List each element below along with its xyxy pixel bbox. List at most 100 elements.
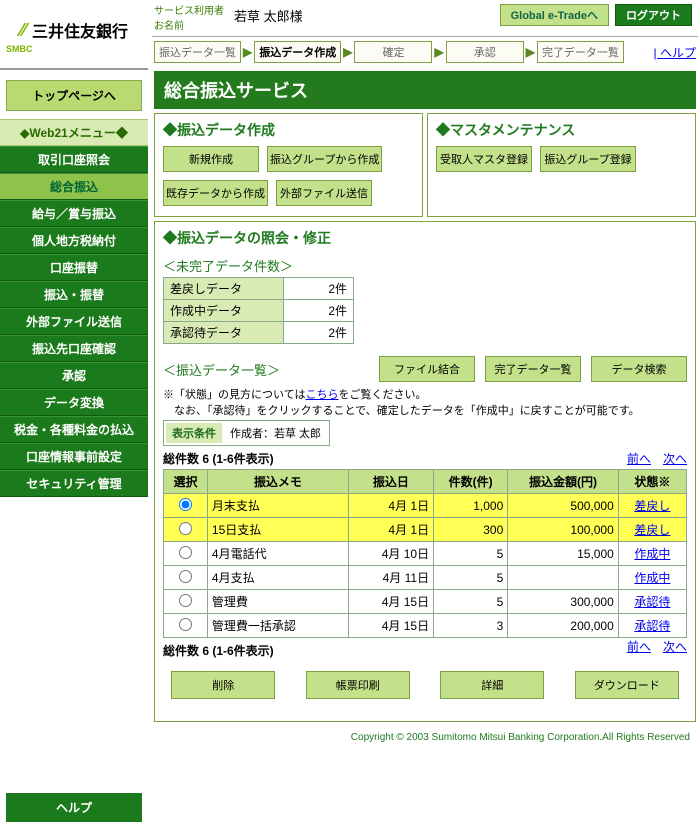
logo-subtext: SMBC (6, 44, 142, 54)
note-link[interactable]: こちら (305, 389, 338, 401)
flow-step[interactable]: 承認 (446, 41, 524, 63)
sidebar-item[interactable]: 振込・振替 (0, 281, 148, 308)
flow-step[interactable]: 完了データ一覧 (537, 41, 624, 63)
row-select[interactable] (164, 566, 208, 590)
help-link[interactable]: | ヘルプ (654, 44, 696, 61)
menu-header: Web21メニュー (0, 119, 148, 146)
row-select[interactable] (164, 614, 208, 638)
pane-create: 振込データ作成 新規作成振込グループから作成既存データから作成外部ファイル送信 (154, 113, 423, 217)
action-button[interactable]: 削除 (171, 671, 275, 699)
flow-step[interactable]: 確定 (354, 41, 432, 63)
list-action-button[interactable]: 完了データ一覧 (485, 356, 581, 382)
action-button[interactable]: ダウンロード (575, 671, 679, 699)
row-select[interactable] (164, 542, 208, 566)
row-status-link[interactable]: 作成中 (634, 547, 670, 561)
sidebar-item[interactable]: 振込先口座確認 (0, 335, 148, 362)
row-memo: 管理費一括承認 (207, 614, 348, 638)
row-amount: 500,000 (508, 494, 619, 518)
create-button[interactable]: 新規作成 (163, 146, 259, 172)
bank-name: 三井住友銀行 (32, 18, 128, 42)
pending-value: 2件 (284, 300, 354, 322)
table-row: 管理費4月 15日5300,000承認待 (164, 590, 687, 614)
sidebar-item[interactable]: 取引口座照会 (0, 146, 148, 173)
table-row: 4月支払4月 11日5 作成中 (164, 566, 687, 590)
sidebar-item[interactable]: 口座情報事前設定 (0, 443, 148, 470)
row-memo: 4月支払 (207, 566, 348, 590)
arrow-icon: ▶ (526, 45, 535, 59)
global-etrade-button[interactable]: Global e-Tradeへ (500, 4, 609, 26)
list-note: ※「状態」の見方についてはこちらをご覧ください。 なお、「承認待」をクリックする… (163, 386, 687, 418)
table-row: 月末支払4月 1日1,000500,000差戻し (164, 494, 687, 518)
breadcrumb-flow: 振込データ一覧▶振込データ作成▶確定▶承認▶完了データ一覧| ヘルプ (152, 36, 698, 69)
create-button[interactable]: 既存データから作成 (163, 180, 268, 206)
create-button[interactable]: 振込グループから作成 (267, 146, 382, 172)
col-header: 振込金額(円) (508, 470, 619, 494)
header-labels: サービス利用者お名前 (154, 2, 224, 32)
row-status-link[interactable]: 差戻し (634, 523, 670, 537)
row-status-link[interactable]: 承認待 (634, 619, 670, 633)
pending-label: 承認待データ (164, 322, 284, 344)
pane-master-title: マスタメンテナンス (436, 120, 687, 140)
master-button[interactable]: 振込グループ登録 (540, 146, 636, 172)
list-title: ＜振込データ一覧＞ (163, 360, 280, 379)
row-memo: 管理費 (207, 590, 348, 614)
sidebar-item[interactable]: 個人地方税納付 (0, 227, 148, 254)
data-table: 選択振込メモ振込日件数(件)振込金額(円)状態※月末支払4月 1日1,00050… (163, 469, 687, 638)
row-count: 3 (434, 614, 508, 638)
flow-step[interactable]: 振込データ作成 (254, 41, 341, 63)
col-header: 選択 (164, 470, 208, 494)
master-button[interactable]: 受取人マスタ登録 (436, 146, 532, 172)
logo-mark-icon: ⁄⁄ (20, 20, 26, 41)
row-status-link[interactable]: 作成中 (634, 571, 670, 585)
row-amount: 300,000 (508, 590, 619, 614)
logout-button[interactable]: ログアウト (615, 4, 692, 26)
row-status-link[interactable]: 承認待 (634, 595, 670, 609)
col-header: 件数(件) (434, 470, 508, 494)
arrow-icon: ▶ (434, 45, 443, 59)
prev-link-bottom[interactable]: 前へ (627, 640, 651, 654)
user-name: 若草 太郎様 (234, 2, 303, 32)
next-link[interactable]: 次へ (663, 452, 687, 466)
row-select[interactable] (164, 590, 208, 614)
row-amount: 200,000 (508, 614, 619, 638)
col-header: 振込メモ (207, 470, 348, 494)
action-button[interactable]: 詳細 (440, 671, 544, 699)
row-count: 300 (434, 518, 508, 542)
pending-value: 2件 (284, 322, 354, 344)
sidebar-item[interactable]: 総合振込 (0, 173, 148, 200)
sidebar-item[interactable]: 給与／賞与振込 (0, 200, 148, 227)
col-header: 状態※ (618, 470, 686, 494)
help-button[interactable]: ヘルプ (6, 793, 142, 822)
sidebar-item[interactable]: 承認 (0, 362, 148, 389)
row-count: 5 (434, 566, 508, 590)
footer: Copyright © 2003 Sumitomo Mitsui Banking… (152, 726, 698, 753)
row-select[interactable] (164, 518, 208, 542)
create-button[interactable]: 外部ファイル送信 (276, 180, 372, 206)
row-status-link[interactable]: 差戻し (634, 499, 670, 513)
sidebar-item[interactable]: 口座振替 (0, 254, 148, 281)
row-date: 4月 11日 (348, 566, 433, 590)
next-link-bottom[interactable]: 次へ (663, 640, 687, 654)
row-count: 5 (434, 542, 508, 566)
flow-step[interactable]: 振込データ一覧 (154, 41, 241, 63)
row-count: 1,000 (434, 494, 508, 518)
top-page-button[interactable]: トップページへ (6, 80, 142, 111)
pending-value: 2件 (284, 278, 354, 300)
pane-master: マスタメンテナンス 受取人マスタ登録振込グループ登録 (427, 113, 696, 217)
pane-create-title: 振込データ作成 (163, 120, 414, 140)
list-action-button[interactable]: データ検索 (591, 356, 687, 382)
list-action-button[interactable]: ファイル結合 (379, 356, 475, 382)
action-button[interactable]: 帳票印刷 (306, 671, 410, 699)
row-date: 4月 1日 (348, 494, 433, 518)
sidebar-item[interactable]: セキュリティ管理 (0, 470, 148, 497)
count-top: 総件数 6 (1-6件表示) (163, 450, 274, 467)
sidebar-item[interactable]: 外部ファイル送信 (0, 308, 148, 335)
col-header: 振込日 (348, 470, 433, 494)
row-select[interactable] (164, 494, 208, 518)
row-memo: 4月電話代 (207, 542, 348, 566)
prev-link[interactable]: 前へ (627, 452, 651, 466)
sidebar-item[interactable]: 税金・各種料金の払込 (0, 416, 148, 443)
row-memo: 15日支払 (207, 518, 348, 542)
sidebar-item[interactable]: データ変換 (0, 389, 148, 416)
row-date: 4月 15日 (348, 614, 433, 638)
